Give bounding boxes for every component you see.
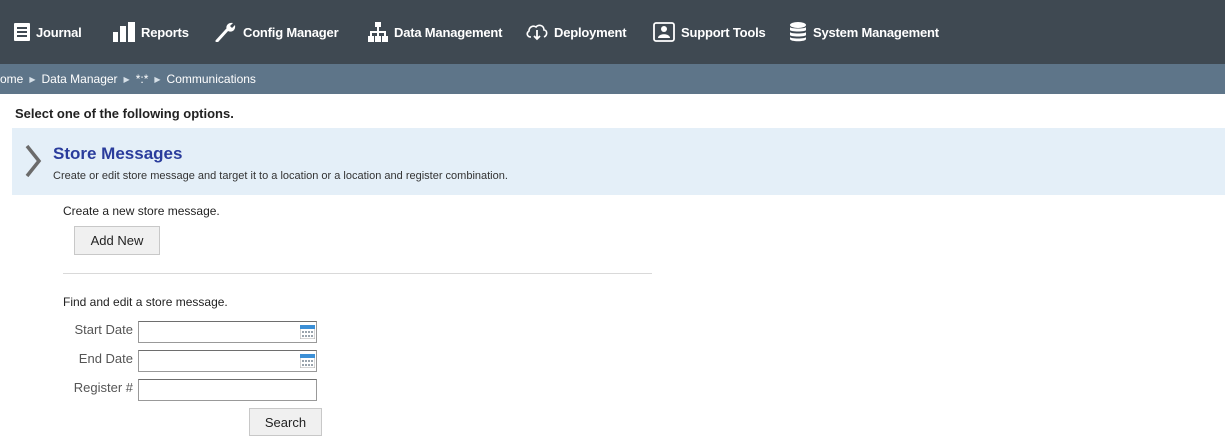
breadcrumb: ome ▶ Data Manager ▶ *:* ▶ Communication… — [0, 64, 1225, 94]
breadcrumb-separator: ▶ — [29, 74, 36, 84]
database-icon — [789, 22, 807, 42]
nav-system-management-label: System Management — [813, 24, 939, 40]
store-messages-section: Store Messages Create or edit store mess… — [12, 128, 1225, 195]
calendar-icon[interactable] — [299, 324, 316, 340]
nav-support-tools[interactable]: Support Tools — [653, 0, 766, 64]
nav-data-management-label: Data Management — [394, 24, 503, 40]
create-message-label: Create a new store message. — [63, 204, 220, 218]
chevron-right-icon[interactable] — [24, 144, 42, 183]
register-number-input[interactable] — [138, 379, 317, 401]
start-date-label: Start Date — [74, 322, 133, 337]
end-date-label: End Date — [78, 351, 133, 366]
nav-support-tools-label: Support Tools — [681, 24, 766, 40]
breadcrumb-org-node[interactable]: *:* — [136, 72, 149, 86]
nav-journal-label: Journal — [36, 24, 82, 40]
nav-reports-label: Reports — [141, 24, 189, 40]
nav-reports[interactable]: Reports — [113, 0, 189, 64]
nav-data-management[interactable]: Data Management — [368, 0, 502, 64]
find-message-label: Find and edit a store message. — [63, 295, 228, 309]
calendar-icon[interactable] — [299, 353, 316, 369]
hierarchy-icon — [368, 22, 388, 42]
journal-icon — [14, 23, 30, 41]
divider — [63, 273, 652, 274]
nav-deployment[interactable]: Deployment — [526, 0, 627, 64]
page-instruction: Select one of the following options. — [15, 106, 234, 121]
register-number-label: Register # — [73, 380, 133, 395]
nav-system-management[interactable]: System Management — [789, 0, 939, 64]
nav-config-manager-label: Config Manager — [243, 24, 339, 40]
search-button[interactable]: Search — [249, 408, 322, 436]
section-title[interactable]: Store Messages — [53, 144, 182, 164]
section-description: Create or edit store message and target … — [53, 170, 508, 182]
support-person-icon — [653, 22, 675, 42]
breadcrumb-separator: ▶ — [123, 74, 130, 84]
breadcrumb-data-manager[interactable]: Data Manager — [42, 72, 118, 86]
breadcrumb-communications: Communications — [166, 72, 256, 86]
bar-chart-icon — [113, 22, 135, 42]
nav-deployment-label: Deployment — [554, 24, 627, 40]
wrench-icon — [215, 22, 237, 42]
start-date-input[interactable] — [138, 321, 317, 343]
add-new-button[interactable]: Add New — [74, 226, 160, 255]
breadcrumb-separator: ▶ — [154, 74, 161, 84]
cloud-download-icon — [526, 22, 548, 42]
nav-journal[interactable]: Journal — [14, 0, 82, 64]
top-navigation-bar: Journal Reports Config Manager Data Mana… — [0, 0, 1225, 64]
end-date-input[interactable] — [138, 350, 317, 372]
breadcrumb-home[interactable]: ome — [0, 72, 23, 86]
nav-config-manager[interactable]: Config Manager — [215, 0, 339, 64]
